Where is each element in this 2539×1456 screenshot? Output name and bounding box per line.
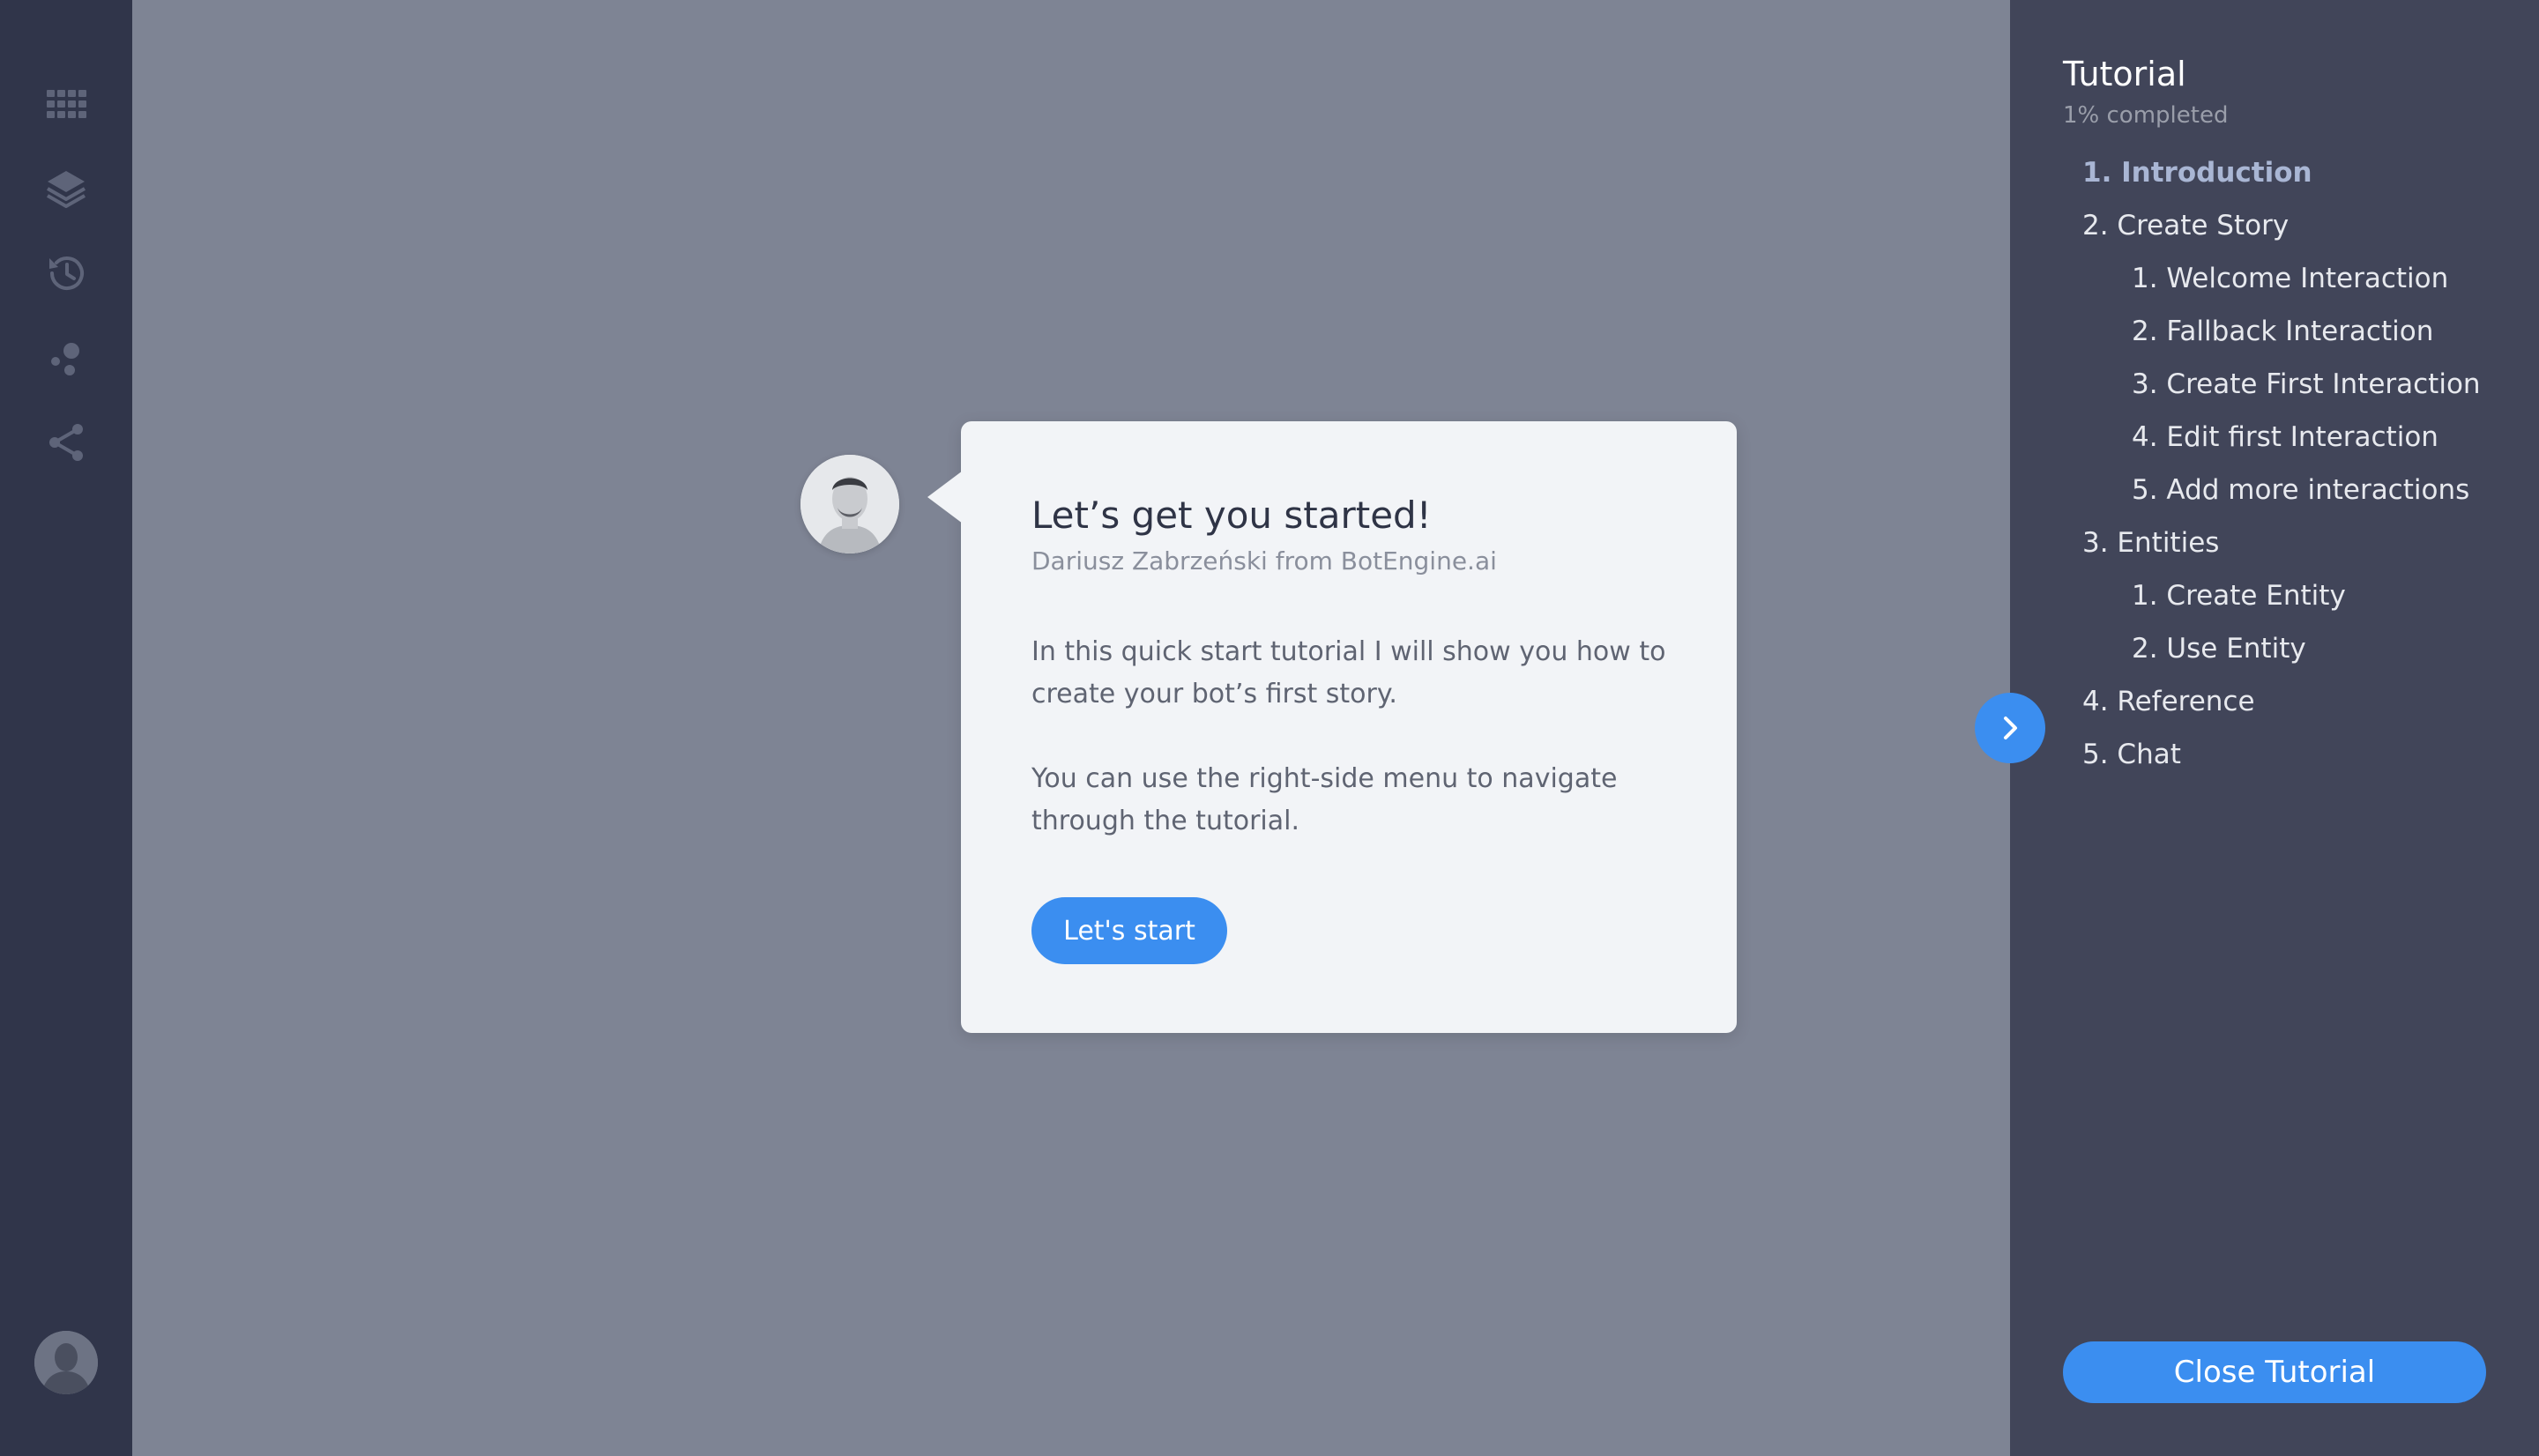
tutorial-panel: Tutorial 1% completed 1. Introduction 2.…	[2010, 0, 2539, 1456]
toc-reference[interactable]: 4. Reference	[2082, 686, 2255, 717]
toc-introduction[interactable]: 1. Introduction	[2082, 157, 2312, 189]
user-avatar[interactable]	[34, 1331, 98, 1394]
history-icon[interactable]	[40, 247, 93, 300]
training-icon[interactable]	[40, 331, 93, 384]
toc-add-more-interactions[interactable]: 5. Add more interactions	[2132, 474, 2469, 506]
panel-title: Tutorial	[2063, 55, 2186, 93]
layers-icon[interactable]	[40, 162, 93, 215]
share-icon[interactable]	[40, 416, 93, 469]
next-step-button[interactable]	[1975, 693, 2045, 763]
author-avatar	[800, 455, 899, 553]
left-rail	[0, 0, 132, 1456]
toc-welcome-interaction[interactable]: 1. Welcome Interaction	[2132, 263, 2448, 294]
toc-fallback-interaction[interactable]: 2. Fallback Interaction	[2132, 316, 2433, 347]
toc-create-entity[interactable]: 1. Create Entity	[2132, 580, 2346, 612]
progress-text: 1% completed	[2063, 102, 2229, 129]
toc-use-entity[interactable]: 2. Use Entity	[2132, 633, 2306, 665]
chevron-right-icon	[2004, 717, 2017, 739]
app-window: Let’s get you started! Dariusz Zabrzeńsk…	[0, 0, 2539, 1456]
grid-icon[interactable]	[40, 78, 93, 130]
toc-chat[interactable]: 5. Chat	[2082, 739, 2181, 770]
card-paragraph: You can use the right-side menu to navig…	[1031, 763, 1618, 836]
close-tutorial-button[interactable]: Close Tutorial	[2063, 1341, 2486, 1403]
intro-card: Let’s get you started! Dariusz Zabrzeńsk…	[927, 421, 1737, 1033]
card-paragraph: In this quick start tutorial I will show…	[1031, 636, 1666, 709]
lets-start-button[interactable]: Let's start	[1031, 897, 1227, 964]
toc-edit-first-interaction[interactable]: 4. Edit first Interaction	[2132, 421, 2438, 453]
card-author: Dariusz Zabrzeński from BotEngine.ai	[1031, 546, 1497, 576]
toc-entities[interactable]: 3. Entities	[2082, 527, 2219, 559]
toc-create-story[interactable]: 2. Create Story	[2082, 210, 2289, 241]
toc-create-first-interaction[interactable]: 3. Create First Interaction	[2132, 368, 2481, 400]
card-title: Let’s get you started!	[1031, 494, 1432, 537]
